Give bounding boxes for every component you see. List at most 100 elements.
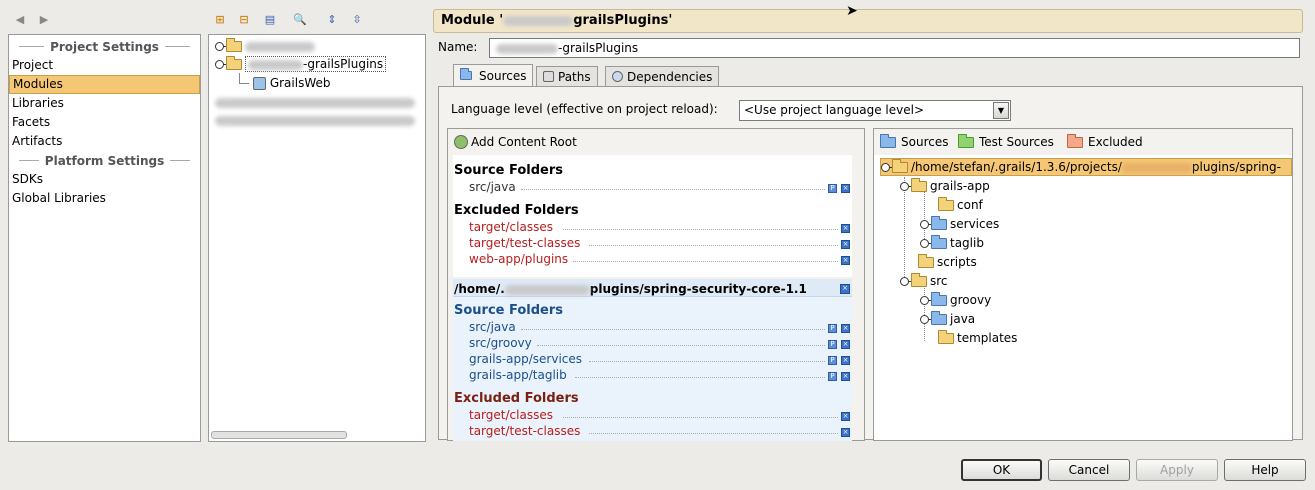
nav-item-artifacts[interactable]: Artifacts — [9, 132, 200, 151]
module-header: Module ' grailsPlugins' — [433, 9, 1303, 33]
remove-root-icon[interactable]: × — [840, 284, 850, 294]
folder-node-label: java — [950, 312, 976, 326]
folder-node-conf[interactable]: conf — [938, 196, 983, 214]
expander-icon[interactable] — [920, 296, 935, 305]
dotted-leader — [575, 370, 825, 378]
add-icon[interactable]: ⊞ — [213, 12, 227, 26]
folder-node-templates[interactable]: templates — [938, 329, 1017, 347]
mark-excluded-button[interactable]: Excluded — [1067, 133, 1143, 149]
platform-settings-header: Platform Settings — [9, 151, 200, 170]
source-folder-entry: grails-app/taglib — [469, 368, 567, 382]
folder-node-services[interactable]: services — [920, 215, 999, 233]
expander-icon[interactable] — [920, 239, 935, 248]
folder-node-scripts[interactable]: scripts — [918, 253, 977, 271]
remove-folder-icon[interactable]: × — [841, 224, 850, 233]
remove-folder-icon[interactable]: × — [841, 324, 850, 333]
nav-item-modules[interactable]: Modules — [9, 75, 200, 94]
expander-icon[interactable] — [920, 315, 935, 324]
folder-node-label: templates — [957, 331, 1018, 345]
redacted-text — [1121, 162, 1192, 173]
properties-icon[interactable]: P — [828, 184, 837, 193]
remove-icon[interactable]: ⊟ — [237, 12, 251, 26]
remove-folder-icon[interactable]: × — [841, 428, 850, 437]
nav-item-sdks[interactable]: SDKs — [9, 170, 200, 189]
collapse-all-icon[interactable]: ⇳ — [350, 12, 364, 26]
folder-node-java[interactable]: java — [920, 310, 975, 328]
folder-icon — [911, 178, 927, 192]
horizontal-scrollbar[interactable] — [211, 431, 347, 439]
properties-icon[interactable]: P — [828, 324, 837, 333]
tree-row-project[interactable] — [215, 37, 315, 55]
folder-icon — [938, 197, 954, 211]
source-folder-icon — [931, 235, 947, 249]
module-name-value: -grailsPlugins — [558, 41, 639, 55]
tab-paths[interactable]: Paths — [536, 66, 598, 86]
folder-node-groovy[interactable]: groovy — [920, 291, 991, 309]
sources-folder-icon — [880, 133, 896, 148]
expand-all-icon[interactable]: ⇕ — [325, 12, 339, 26]
chevron-down-icon[interactable]: ▼ — [993, 102, 1009, 119]
properties-icon[interactable]: P — [828, 340, 837, 349]
remove-folder-icon[interactable]: × — [841, 256, 850, 265]
folder-node-label: taglib — [950, 236, 984, 250]
source-folder-entry: src/java — [469, 320, 516, 334]
folder-node-label: conf — [957, 198, 983, 212]
arrow-left-icon[interactable]: ◀ — [13, 12, 27, 26]
remove-folder-icon[interactable]: × — [841, 372, 850, 381]
find-icon[interactable]: 🔍 — [293, 12, 307, 26]
tab-dependencies[interactable]: Dependencies — [605, 66, 720, 86]
tab-paths-label: Paths — [558, 69, 591, 84]
properties-icon[interactable]: P — [828, 356, 837, 365]
copy-icon[interactable]: ▤ — [263, 12, 277, 26]
remove-folder-icon[interactable]: × — [841, 356, 850, 365]
folder-icon — [892, 159, 908, 173]
expander-icon[interactable] — [881, 163, 896, 172]
module-header-title: Module ' — [441, 13, 504, 28]
tree-row-grailsweb[interactable]: GrailsWeb — [253, 74, 331, 92]
help-button[interactable]: Help — [1224, 459, 1306, 481]
remove-folder-icon[interactable]: × — [841, 340, 850, 349]
expander-icon[interactable] — [920, 220, 935, 229]
tree-row-redacted[interactable] — [215, 93, 415, 111]
mark-sources-label: Sources — [901, 135, 949, 149]
tree-row-redacted[interactable] — [215, 111, 415, 129]
module-name-field[interactable]: -grailsPlugins — [489, 38, 1300, 58]
properties-icon[interactable]: P — [828, 372, 837, 381]
tree-row-module[interactable]: -grailsPlugins — [215, 55, 387, 73]
folder-tree-root[interactable]: /home/stefan/.grails/1.3.6/projects/plug… — [880, 158, 1292, 176]
nav-item-global-libraries[interactable]: Global Libraries — [9, 189, 200, 208]
remove-folder-icon[interactable]: × — [841, 240, 850, 249]
root-path-prefix: /home/stefan/.grails/1.3.6/projects/ — [911, 160, 1122, 174]
folder-node-label: services — [950, 217, 1000, 231]
source-folder-icon — [931, 311, 947, 325]
arrow-right-icon[interactable]: ▶ — [37, 12, 51, 26]
apply-button[interactable]: Apply — [1136, 459, 1218, 481]
sources-tab-content: Language level (effective on project rel… — [438, 86, 1303, 441]
expander-icon[interactable] — [900, 277, 915, 286]
nav-item-libraries[interactable]: Libraries — [9, 94, 200, 113]
nav-item-project[interactable]: Project — [9, 56, 200, 75]
nav-item-facets[interactable]: Facets — [9, 113, 200, 132]
excluded-folders-title: Excluded Folders — [454, 203, 579, 218]
folder-node-taglib[interactable]: taglib — [920, 234, 984, 252]
expander-icon[interactable] — [900, 182, 915, 191]
expander-icon[interactable] — [215, 60, 230, 69]
cancel-button[interactable]: Cancel — [1048, 459, 1130, 481]
content-root-1: Source Folders src/java P × Excluded Fol… — [453, 155, 852, 277]
mark-test-sources-button[interactable]: Test Sources — [958, 133, 1054, 149]
ok-button[interactable]: OK — [961, 459, 1042, 481]
folder-icon — [226, 56, 242, 70]
tab-sources[interactable]: Sources — [453, 64, 534, 86]
add-content-root-button[interactable]: Add Content Root — [454, 135, 577, 149]
mark-sources-button[interactable]: Sources — [880, 133, 949, 149]
expander-icon[interactable] — [215, 42, 230, 51]
folder-node-src[interactable]: src — [900, 272, 948, 290]
module-tree: -grailsPlugins GrailsWeb — [208, 34, 426, 442]
excluded-folder-entry: target/classes — [469, 408, 553, 422]
remove-folder-icon[interactable]: × — [841, 184, 850, 193]
folder-node-grails-app[interactable]: grails-app — [900, 177, 990, 195]
language-level-select[interactable]: <Use project language level> ▼ — [739, 100, 1011, 121]
redacted-text — [504, 284, 590, 295]
remove-folder-icon[interactable]: × — [841, 412, 850, 421]
paths-icon — [543, 71, 554, 82]
